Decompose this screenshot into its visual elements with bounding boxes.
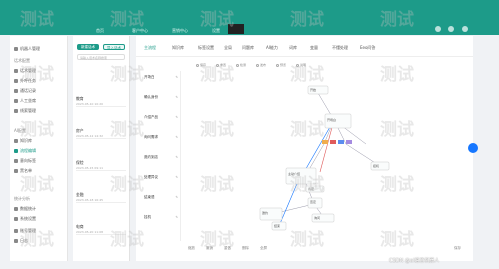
branch-badge-orange <box>322 140 328 144</box>
node-label: 开场白 <box>327 118 337 122</box>
list-item[interactable]: 教育 2023-05-10 10:20 <box>76 96 126 107</box>
book-icon <box>14 139 18 143</box>
branch-badge-blue <box>338 140 344 144</box>
branch-badge-purple <box>346 140 352 144</box>
sidebar-item-flow[interactable]: 流程编辑 <box>14 148 36 154</box>
flow-editor: 主流程 知识库 标签设置 全局 问题库 AI能力 词库 变量 不懂处理 Eeo问… <box>136 36 473 261</box>
top-tab-2[interactable]: 客户中心 <box>132 28 148 34</box>
headset-icon <box>14 99 18 103</box>
fullscreen-icon[interactable]: 全屏 <box>260 246 267 251</box>
sidebar-item-label: 线索管理 <box>20 108 36 113</box>
branch-badge-red <box>330 140 336 144</box>
phone-icon <box>14 89 18 93</box>
sidebar-item-settings[interactable]: 系统设置 <box>14 216 36 222</box>
card-meta: 2023-05-20 11:08 <box>76 230 104 234</box>
sidebar-group-3: 统计分析 <box>14 196 30 201</box>
sidebar-item-label: 数据统计 <box>20 206 36 211</box>
new-script-button[interactable]: 新建话术 <box>77 44 99 50</box>
node-label: 否定 <box>310 200 317 204</box>
search-input[interactable]: 请输入话术名称搜索 <box>77 54 125 60</box>
sidebar-group-1: 话术配置 <box>14 58 30 63</box>
list-item[interactable]: 房产 2023-05-12 14:32 <box>76 128 126 139</box>
sidebar-item-account[interactable]: 账号管理 <box>14 228 36 234</box>
sidebar-item-label: 流程编辑 <box>20 148 36 153</box>
list-item[interactable]: 保险 2023-05-15 09:11 <box>76 160 126 171</box>
undo-icon[interactable]: 撤销 <box>206 246 213 251</box>
sidebar-item-tag[interactable]: 意向标签 <box>14 158 36 164</box>
sidebar-item-stats[interactable]: 数据统计 <box>14 206 36 212</box>
user-icon <box>14 229 18 233</box>
sidebar-item-label: 外呼任务 <box>20 78 36 83</box>
sidebar-item-label: 知识库 <box>20 138 32 143</box>
script-icon <box>14 69 18 73</box>
sidebar-item-label: 黑名单 <box>20 168 32 173</box>
redo-icon[interactable]: 重做 <box>224 246 231 251</box>
lead-icon <box>14 109 18 113</box>
user-icon[interactable] <box>448 26 454 32</box>
more-icon[interactable] <box>462 26 468 32</box>
gear-icon <box>14 217 18 221</box>
delete-icon[interactable]: 删除 <box>242 246 249 251</box>
robot-icon <box>14 47 18 51</box>
source-credit: CSDN @ai语音机器人 <box>389 258 440 264</box>
sidebar-item-robot[interactable]: 机器人管理 <box>14 46 40 52</box>
sidebar-item-label: 人工坐席 <box>20 98 36 103</box>
sidebar-item-label: 日志 <box>20 238 28 243</box>
node-label: 结束 <box>274 224 281 228</box>
sidebar-item-task[interactable]: 外呼任务 <box>14 78 36 84</box>
video-thumbnail <box>228 24 244 34</box>
top-tab-1[interactable]: 首页 <box>96 28 104 34</box>
chart-icon <box>14 207 18 211</box>
node-label: 开始 <box>310 88 317 92</box>
save-icon[interactable]: 保存 <box>454 246 461 251</box>
flow-node-intro[interactable] <box>285 167 317 185</box>
help-fab-button[interactable] <box>468 143 478 153</box>
sidebar-item-label: 意向标签 <box>20 158 36 163</box>
sidebar-item-blacklist[interactable]: 黑名单 <box>14 168 32 174</box>
sidebar-item-label: 话术管理 <box>20 68 36 73</box>
sidebar: 机器人管理 话术配置 话术管理 外呼任务 通话记录 人工坐席 线索管理 AI配置… <box>10 36 68 261</box>
log-icon <box>14 239 18 243</box>
sidebar-item-label: 机器人管理 <box>20 46 40 51</box>
card-meta: 2023-05-18 16:45 <box>76 198 104 202</box>
sidebar-group-2: AI配置 <box>14 128 26 133</box>
sidebar-item-record[interactable]: 通话记录 <box>14 88 36 94</box>
top-navigation-bar: 首页 客户中心 营销中心 设置 <box>0 0 499 35</box>
import-script-button[interactable]: 导入话术 <box>103 44 125 50</box>
top-tab-3[interactable]: 营销中心 <box>172 28 188 34</box>
card-meta: 2023-05-15 09:11 <box>76 166 104 170</box>
node-label: 主动介绍 <box>288 172 301 176</box>
list-item[interactable]: 电商 2023-05-20 11:08 <box>76 224 126 235</box>
tag-icon <box>14 159 18 163</box>
flow-icon <box>14 149 18 153</box>
sidebar-item-script[interactable]: 话术管理 <box>14 68 36 74</box>
card-meta: 2023-05-10 10:20 <box>76 102 104 106</box>
script-list-panel: 新建话术 导入话术 请输入话术名称搜索 教育 2023-05-10 10:20 房… <box>73 36 130 261</box>
sidebar-item-agent[interactable]: 人工坐席 <box>14 98 36 104</box>
node-label: 询问 <box>314 216 321 220</box>
settings-icon[interactable] <box>435 26 441 32</box>
sidebar-item-lead[interactable]: 线索管理 <box>14 108 36 114</box>
block-icon <box>14 169 18 173</box>
card-meta: 2023-05-12 14:32 <box>76 134 104 138</box>
flow-canvas[interactable] <box>136 36 473 261</box>
top-tab-4[interactable]: 设置 <box>212 28 220 34</box>
node-label: 邀约 <box>262 211 269 215</box>
sidebar-item-kb[interactable]: 知识库 <box>14 138 32 144</box>
sidebar-item-label: 账号管理 <box>20 228 36 233</box>
task-icon <box>14 79 18 83</box>
sidebar-item-label: 通话记录 <box>20 88 36 93</box>
sidebar-item-log[interactable]: 日志 <box>14 238 28 244</box>
node-label: 肯定 <box>308 187 315 191</box>
list-item[interactable]: 金融 2023-05-18 16:45 <box>76 192 126 203</box>
sidebar-item-label: 系统设置 <box>20 216 36 221</box>
node-label: 挂机 <box>373 164 380 168</box>
zoom-icon[interactable]: 缩放 <box>188 246 195 251</box>
